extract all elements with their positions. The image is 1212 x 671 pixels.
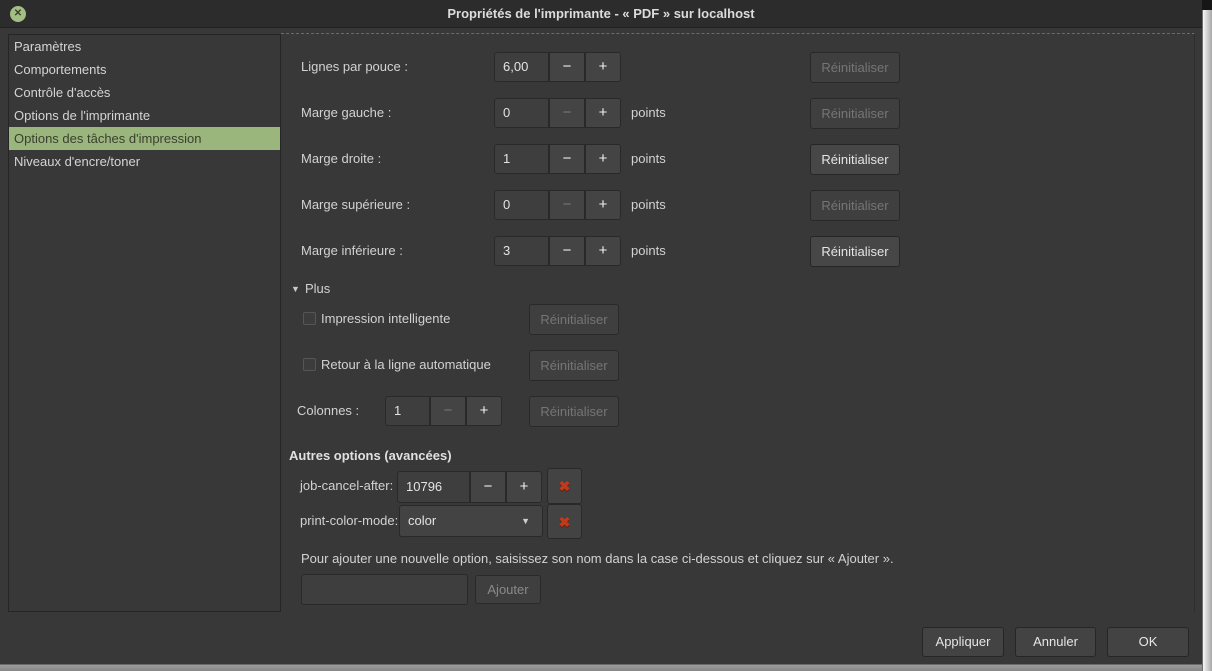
unit-label: points	[631, 144, 666, 174]
plus-button[interactable]: +	[506, 471, 542, 503]
add-option-button: Ajouter	[475, 575, 541, 604]
printer-properties-dialog: Propriétés de l'imprimante - « PDF » sur…	[0, 0, 1212, 671]
spin-row-marge-gauche: Marge gauche : 0 − + points Réinitialise…	[281, 98, 1194, 129]
close-icon[interactable]: ✕	[10, 6, 26, 22]
plus-button[interactable]: +	[585, 52, 621, 82]
plus-button[interactable]: +	[585, 236, 621, 266]
sidebar-item-comportements[interactable]: Comportements	[9, 58, 280, 81]
reset-button: Réinitialiser	[529, 396, 619, 427]
row-label: Colonnes :	[297, 396, 359, 426]
advanced-row-print-color-mode: print-color-mode: color ▼ ✖	[281, 504, 1194, 540]
minus-button[interactable]: −	[549, 52, 585, 82]
minus-button: −	[430, 396, 466, 426]
row-label: Marge inférieure :	[301, 236, 403, 266]
minus-button[interactable]: −	[549, 144, 585, 174]
sidebar-item-options-taches[interactable]: Options des tâches d'impression	[9, 127, 280, 150]
row-label: Marge gauche :	[301, 98, 391, 128]
row-label: Lignes par pouce :	[301, 52, 408, 82]
spin-row-marge-droite: Marge droite : 1 − + points Réinitialise…	[281, 144, 1194, 175]
advanced-row-job-cancel-after: job-cancel-after: 10796 − + ✖	[281, 468, 1194, 504]
spin-row-marge-superieure: Marge supérieure : 0 − + points Réinitia…	[281, 190, 1194, 221]
plus-button[interactable]: +	[585, 98, 621, 128]
job-options-panel: Lignes par pouce : 6,00 − + Réinitialise…	[281, 33, 1195, 612]
reset-button: Réinitialiser	[529, 304, 619, 335]
check-row-impression-intelligente: Impression intelligente Réinitialiser	[281, 304, 1194, 335]
chevron-down-icon: ▼	[521, 506, 530, 536]
unit-label: points	[631, 98, 666, 128]
reset-button: Réinitialiser	[810, 190, 900, 221]
delete-option-button[interactable]: ✖	[547, 468, 582, 504]
delete-option-button[interactable]: ✖	[547, 504, 582, 539]
spin-entry[interactable]: 10796	[397, 471, 470, 503]
spin-entry[interactable]: 0	[494, 190, 549, 220]
delete-icon: ✖	[559, 478, 571, 494]
spin-entry[interactable]: 1	[385, 396, 430, 426]
reset-button: Réinitialiser	[529, 350, 619, 381]
row-label: Marge supérieure :	[301, 190, 410, 220]
spin-entry[interactable]: 1	[494, 144, 549, 174]
reset-button[interactable]: Réinitialiser	[810, 236, 900, 267]
sidebar-item-controle-acces[interactable]: Contrôle d'accès	[9, 81, 280, 104]
category-list: Paramètres Comportements Contrôle d'accè…	[8, 34, 281, 612]
dropdown-value: color	[408, 513, 436, 528]
minus-button: −	[549, 190, 585, 220]
spin-row-colonnes: Colonnes : 1 − + Réinitialiser	[281, 396, 1194, 427]
add-option-instruction: Pour ajouter une nouvelle option, saisis…	[301, 551, 894, 566]
row-label: print-color-mode:	[300, 506, 398, 536]
plus-button[interactable]: +	[585, 144, 621, 174]
spin-row-marge-inferieure: Marge inférieure : 3 − + points Réinitia…	[281, 236, 1194, 267]
background-window-corner	[1202, 0, 1212, 10]
delete-icon: ✖	[559, 514, 571, 530]
minus-button: −	[549, 98, 585, 128]
advanced-options-heading: Autres options (avancées)	[289, 448, 452, 463]
impression-intelligente-checkbox[interactable]	[303, 312, 316, 325]
reset-button[interactable]: Réinitialiser	[810, 144, 900, 175]
reset-button: Réinitialiser	[810, 98, 900, 129]
unit-label: points	[631, 190, 666, 220]
window-title: Propriétés de l'imprimante - « PDF » sur…	[0, 0, 1202, 28]
new-option-input[interactable]	[301, 574, 468, 605]
plus-button[interactable]: +	[585, 190, 621, 220]
spin-entry[interactable]: 0	[494, 98, 549, 128]
expander-arrow-icon: ▼	[291, 281, 300, 297]
row-label: job-cancel-after:	[300, 471, 393, 501]
checkbox-label: Retour à la ligne automatique	[321, 350, 491, 380]
check-row-retour-ligne: Retour à la ligne automatique Réinitiali…	[281, 350, 1194, 381]
apply-button[interactable]: Appliquer	[922, 627, 1004, 657]
background-window-edge	[0, 664, 1202, 671]
plus-button[interactable]: +	[466, 396, 502, 426]
spin-entry[interactable]: 3	[494, 236, 549, 266]
sidebar-item-niveaux-encre[interactable]: Niveaux d'encre/toner	[9, 150, 280, 173]
ok-button[interactable]: OK	[1107, 627, 1189, 657]
spin-entry[interactable]: 6,00	[494, 52, 549, 82]
checkbox-label: Impression intelligente	[321, 304, 450, 334]
retour-ligne-checkbox[interactable]	[303, 358, 316, 371]
spin-row-lignes-par-pouce: Lignes par pouce : 6,00 − + Réinitialise…	[281, 52, 1194, 83]
expander-label: Plus	[305, 281, 330, 297]
reset-button: Réinitialiser	[810, 52, 900, 83]
minus-button[interactable]: −	[549, 236, 585, 266]
row-label: Marge droite :	[301, 144, 381, 174]
titlebar: Propriétés de l'imprimante - « PDF » sur…	[0, 0, 1202, 28]
minus-button[interactable]: −	[470, 471, 506, 503]
sidebar-item-options-imprimante[interactable]: Options de l'imprimante	[9, 104, 280, 127]
background-window-scrollbar	[1202, 0, 1212, 671]
unit-label: points	[631, 236, 666, 266]
sidebar-item-parametres[interactable]: Paramètres	[9, 35, 280, 58]
cancel-button[interactable]: Annuler	[1015, 627, 1096, 657]
print-color-mode-dropdown[interactable]: color ▼	[399, 505, 543, 537]
